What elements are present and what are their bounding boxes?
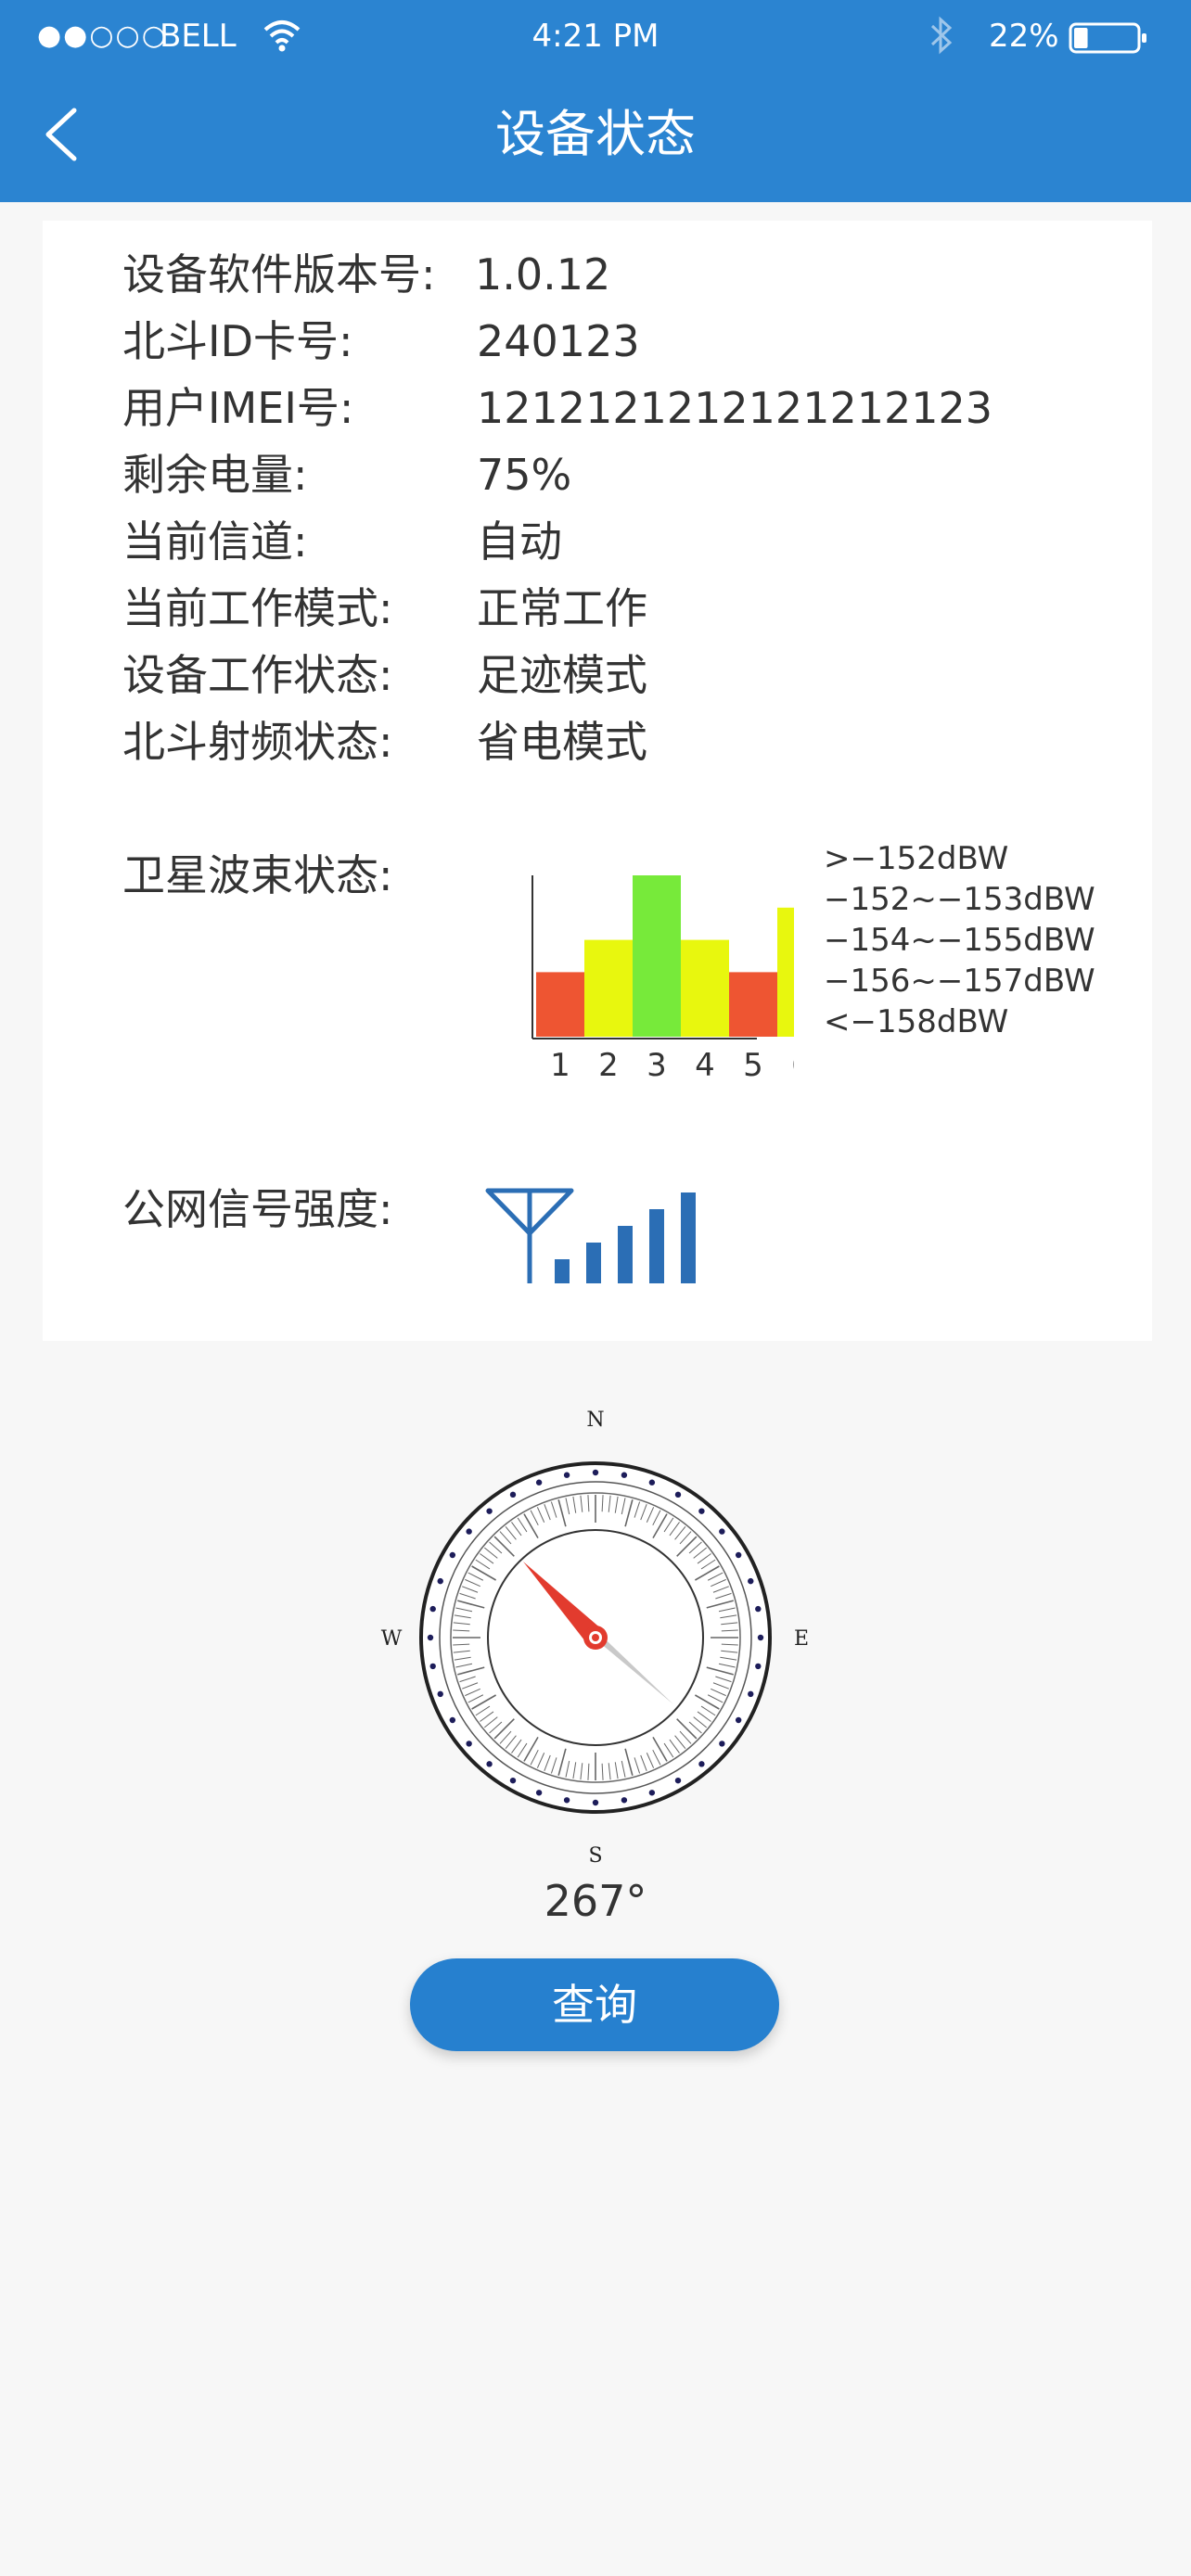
beam-bar-2 [584, 939, 633, 1037]
beam-tick-label: 6 [791, 1047, 794, 1084]
signal-bar [681, 1192, 696, 1283]
legend-item: −154~−155dBW [824, 922, 1095, 959]
battery-value: 75% [477, 450, 572, 500]
legend-item: −156~−157dBW [824, 963, 1095, 1000]
beam-bar-1 [536, 972, 584, 1037]
signal-bar [555, 1259, 570, 1283]
imei-label: 用户IMEI号: [122, 383, 354, 433]
battery-percent: 22% [989, 18, 1059, 55]
device-work-state-value: 足迹模式 [477, 650, 647, 700]
beam-tick-label: 5 [743, 1047, 763, 1084]
cellular-signal-strength-icon [485, 1188, 696, 1283]
beam-tick-label: 1 [550, 1047, 570, 1084]
beidou-id-label: 北斗ID卡号: [122, 316, 353, 366]
channel-value: 自动 [477, 516, 562, 567]
legend-item: −152~−153dBW [824, 881, 1095, 918]
beam-bar-3 [633, 875, 681, 1037]
signal-bar [586, 1243, 601, 1283]
compass: N S W E [381, 1409, 809, 1868]
compass-east-label: E [794, 1627, 809, 1651]
battery-label: 剩余电量: [122, 450, 308, 500]
signal-bar [618, 1226, 633, 1283]
signal-bar [649, 1209, 664, 1283]
work-mode-label: 当前工作模式: [122, 583, 393, 633]
beam-tick-label: 2 [598, 1047, 619, 1084]
rf-state-label: 北斗射频状态: [122, 717, 393, 767]
rf-state-value: 省电模式 [477, 717, 647, 767]
compass-heading-value: 267° [544, 1876, 647, 1926]
page-title: 设备状态 [495, 105, 696, 163]
beam-tick-label: 4 [695, 1047, 715, 1084]
beam-bar-5 [729, 972, 777, 1037]
beam-bar-6 [777, 907, 794, 1037]
software-version-value: 1.0.12 [475, 249, 611, 300]
compass-west-label: W [381, 1627, 403, 1651]
beam-tick-label: 3 [647, 1047, 667, 1084]
network-signal-label: 公网信号强度: [122, 1184, 393, 1234]
beam-status-label: 卫星波束状态: [122, 850, 393, 900]
compass-north-label: N [586, 1409, 604, 1432]
work-mode-value: 正常工作 [477, 583, 647, 633]
device-work-state-label: 设备工作状态: [122, 650, 393, 700]
app-header: ●●○○○ BELL 4:21 PM 22% 设备状态 [0, 0, 1191, 202]
channel-label: 当前信道: [122, 516, 308, 567]
compass-south-label: S [588, 1844, 602, 1868]
legend-item: >−152dBW [824, 840, 1009, 877]
device-status-card: 设备软件版本号: 1.0.12 北斗ID卡号: 240123 用户IMEI号: … [43, 221, 1152, 1341]
beam-status-chart: 123456 [531, 875, 794, 1084]
legend-item: <−158dBW [824, 1003, 1009, 1040]
bluetooth-icon [928, 15, 955, 61]
beidou-id-value: 240123 [477, 316, 640, 366]
query-button[interactable]: 查询 [410, 1958, 779, 2051]
imei-value: 1212121212121212123 [477, 383, 993, 433]
beam-bar-4 [681, 939, 729, 1037]
battery-icon [1069, 20, 1148, 67]
software-version-label: 设备软件版本号: [122, 249, 436, 300]
